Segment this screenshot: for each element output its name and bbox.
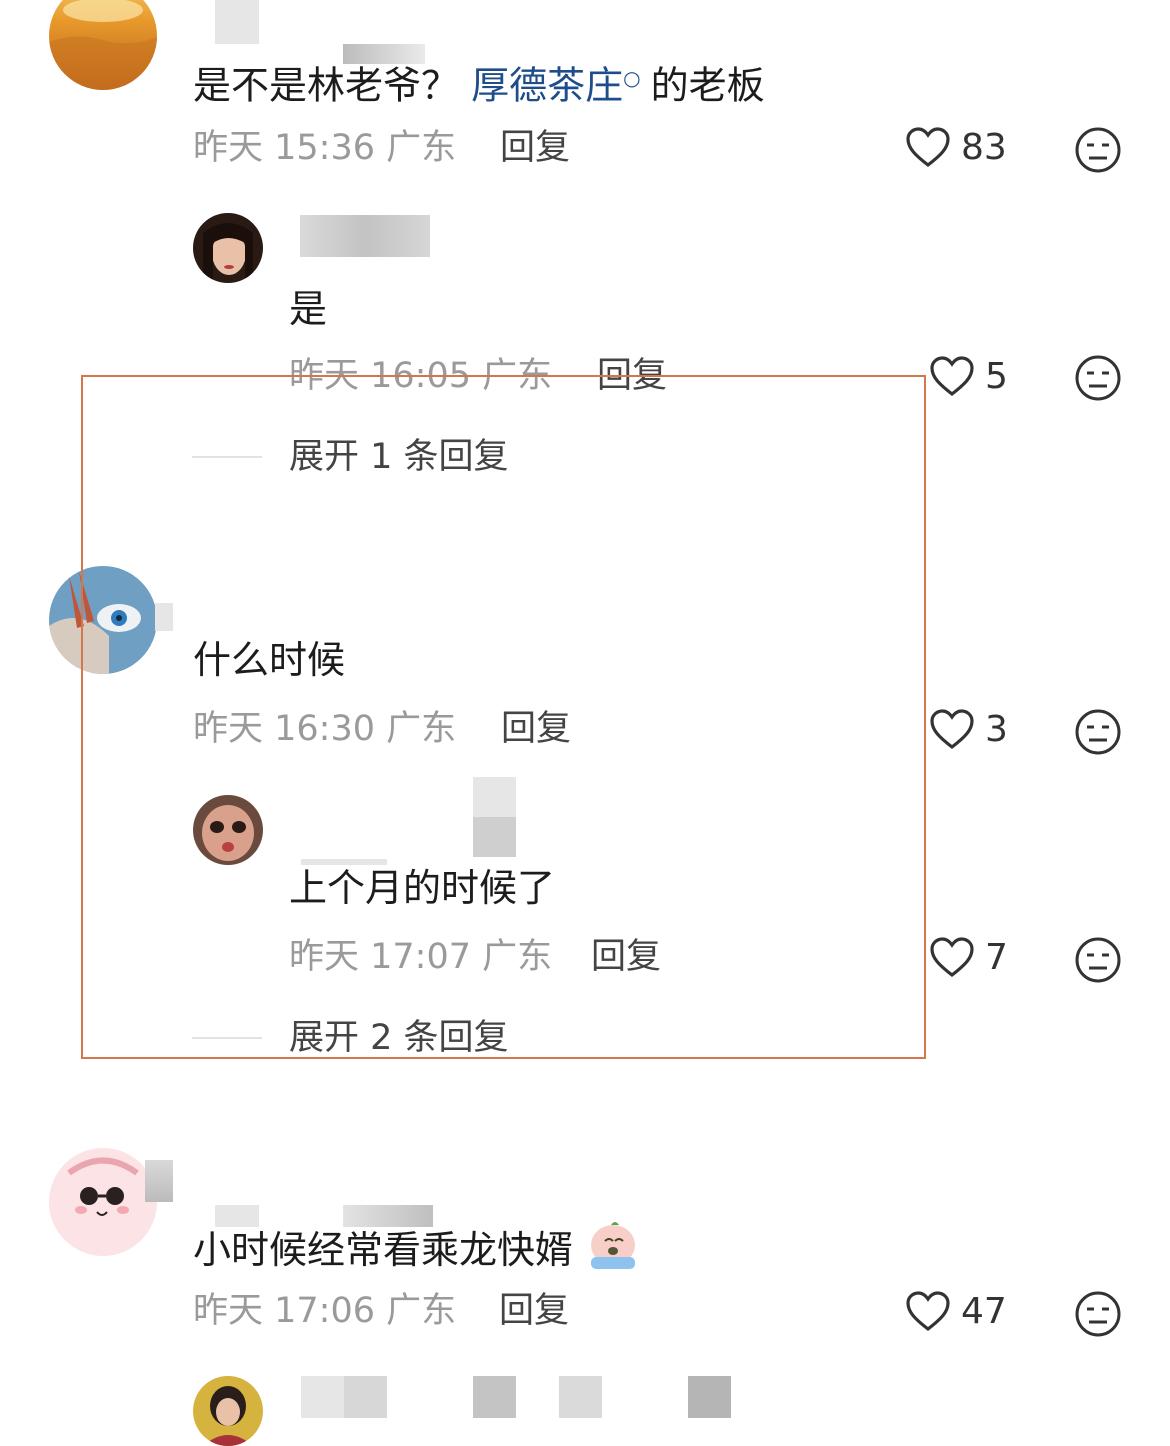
dislike-icon[interactable] bbox=[1074, 1290, 1122, 1338]
username-blurred bbox=[559, 1376, 602, 1418]
reply-text: 上个月的时候了 bbox=[289, 866, 556, 910]
avatar[interactable] bbox=[193, 1376, 263, 1446]
like-count: 83 bbox=[961, 126, 1007, 168]
username-blurred bbox=[473, 817, 516, 857]
dislike-icon[interactable] bbox=[1074, 936, 1122, 984]
dislike-icon[interactable] bbox=[1074, 354, 1122, 402]
comment-text: 小时候经常看乘龙快婿 bbox=[193, 1221, 641, 1272]
reply-button[interactable]: 回复 bbox=[501, 709, 571, 749]
username-blurred bbox=[155, 603, 173, 631]
username-blurred bbox=[473, 1376, 516, 1418]
dislike-icon[interactable] bbox=[1074, 126, 1122, 174]
username-blurred bbox=[344, 1376, 387, 1418]
username-blurred bbox=[688, 1376, 731, 1418]
like-count: 5 bbox=[985, 355, 1008, 397]
username-blurred bbox=[145, 1160, 173, 1202]
reply-button[interactable]: 回复 bbox=[597, 356, 667, 396]
like-button[interactable]: 83 bbox=[905, 126, 1007, 168]
avatar[interactable] bbox=[49, 0, 157, 90]
reply-time: 昨天 17:07 广东 bbox=[289, 937, 553, 977]
expand-replies-button[interactable]: 展开 1 条回复 bbox=[289, 437, 509, 477]
comment-text-plain: 小时候经常看乘龙快婿 bbox=[193, 1228, 574, 1272]
heart-icon bbox=[906, 127, 950, 168]
reply-text: 是 bbox=[289, 287, 328, 331]
crying-emoji-icon bbox=[591, 1222, 636, 1269]
username-blurred bbox=[301, 859, 387, 865]
username-blurred bbox=[300, 215, 430, 257]
reply-time: 昨天 16:05 广东 bbox=[289, 356, 553, 396]
avatar[interactable] bbox=[193, 213, 263, 283]
username-blurred bbox=[301, 1376, 344, 1418]
like-count: 7 bbox=[985, 936, 1008, 978]
dislike-icon[interactable] bbox=[1074, 708, 1122, 756]
comment-time: 昨天 17:06 广东 bbox=[193, 1291, 457, 1331]
heart-icon bbox=[906, 1291, 950, 1332]
comment-time: 昨天 16:30 广东 bbox=[193, 709, 457, 749]
comment-text: 是不是林老爷？ 厚德茶庄○ 的老板 bbox=[193, 56, 765, 108]
expand-divider bbox=[192, 1037, 262, 1039]
search-link[interactable]: 厚德茶庄 bbox=[471, 64, 623, 108]
username-blurred bbox=[473, 777, 516, 817]
heart-icon bbox=[930, 356, 974, 397]
like-button[interactable]: 3 bbox=[929, 708, 1008, 750]
like-button[interactable]: 7 bbox=[929, 936, 1008, 978]
reply-button[interactable]: 回复 bbox=[591, 937, 661, 977]
username-blurred bbox=[215, 0, 259, 44]
avatar[interactable] bbox=[49, 1148, 157, 1256]
comment-time: 昨天 15:36 广东 bbox=[193, 128, 457, 168]
like-button[interactable]: 47 bbox=[905, 1290, 1007, 1332]
avatar[interactable] bbox=[193, 795, 263, 865]
avatar[interactable] bbox=[49, 566, 157, 674]
heart-icon bbox=[930, 709, 974, 750]
comment-text: 什么时候 bbox=[193, 638, 346, 682]
expand-replies-button[interactable]: 展开 2 条回复 bbox=[289, 1018, 509, 1058]
expand-divider bbox=[192, 456, 262, 458]
like-count: 47 bbox=[961, 1290, 1007, 1332]
reply-button[interactable]: 回复 bbox=[499, 1291, 569, 1331]
heart-icon bbox=[930, 937, 974, 978]
comment-text-plain: 是不是林老爷？ bbox=[193, 63, 460, 108]
search-icon: ○ bbox=[623, 66, 641, 90]
comment-text-after: 的老板 bbox=[650, 63, 765, 108]
like-count: 3 bbox=[985, 708, 1008, 750]
reply-button[interactable]: 回复 bbox=[500, 128, 570, 168]
like-button[interactable]: 5 bbox=[929, 355, 1008, 397]
